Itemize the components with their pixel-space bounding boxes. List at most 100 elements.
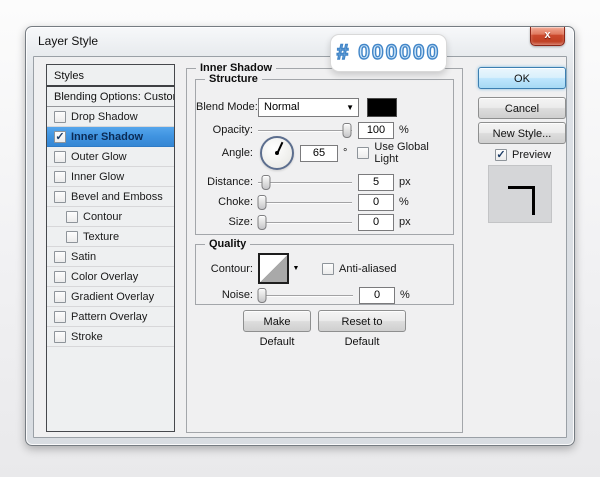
anti-aliased-checkbox[interactable] [322,262,334,275]
distance-input[interactable] [358,173,394,191]
sidebar-item-label: Satin [71,250,97,263]
style-checkbox[interactable] [54,190,66,203]
reset-to-default-button[interactable]: Reset to Default [318,310,406,348]
angle-dial[interactable] [260,136,294,170]
hex-value: # 000000 [336,40,441,64]
sidebar-item-label: Outer Glow [71,150,127,163]
styles-list-items: Drop Shadow Inner Shadow Outer Glow Inner G… [47,107,174,347]
dropdown-arrow-icon: ▼ [346,102,354,112]
contour-picker[interactable] [258,253,289,284]
sidebar-item-satin[interactable]: Satin [47,247,174,267]
style-checkbox[interactable] [54,110,66,123]
style-checkbox[interactable] [54,330,66,343]
noise-unit: % [400,289,410,301]
sidebar-item-pattern-overlay[interactable]: Pattern Overlay [47,307,174,327]
style-checkbox[interactable] [54,150,66,163]
style-preview-thumbnail [488,165,552,223]
close-button[interactable]: x [530,27,565,46]
anti-aliased-label: Anti-aliased [339,262,397,275]
inner-shadow-panel: Inner Shadow Structure Blend Mode: Norma… [186,61,463,433]
sidebar-item-contour[interactable]: Contour [47,207,174,227]
sidebar-item-label: Inner Glow [71,170,125,183]
sidebar-item-bevel-and-emboss[interactable]: Bevel and Emboss [47,187,174,207]
sidebar-item-blending-options[interactable]: Blending Options: Custom [47,87,174,107]
noise-row: Noise: % [196,286,453,304]
styles-list-header: Styles [47,65,174,87]
sidebar-item-stroke[interactable]: Stroke [47,327,174,347]
sidebar-item-label: Bevel and Emboss [71,190,163,203]
sidebar-item-label: Stroke [71,330,103,343]
noise-label: Noise: [221,289,253,301]
choke-slider-thumb[interactable] [257,194,267,210]
ok-button[interactable]: OK [478,67,566,89]
distance-row: Distance: px [196,173,453,191]
noise-slider-thumb[interactable] [257,287,267,303]
style-checkbox[interactable] [66,210,78,223]
shadow-color-swatch[interactable] [367,97,397,117]
sidebar-item-gradient-overlay[interactable]: Gradient Overlay [47,287,174,307]
sidebar-item-label: Drop Shadow [71,110,138,123]
choke-slider[interactable] [257,194,352,210]
blend-mode-value: Normal [264,101,300,113]
style-checkbox[interactable] [54,170,66,183]
sidebar-item-inner-glow[interactable]: Inner Glow [47,167,174,187]
style-checkbox[interactable] [54,290,66,303]
layer-style-dialog: Layer Style x Styles Blending Options: C… [25,26,575,446]
sidebar-item-label: Pattern Overlay [71,310,148,323]
distance-unit: px [399,176,411,188]
choke-unit: % [399,196,409,208]
style-checkbox[interactable] [54,250,66,263]
angle-input[interactable] [300,144,338,162]
window-title: Layer Style [38,34,99,48]
structure-group: Structure Blend Mode: Normal ▼ Opacity: [195,72,454,235]
color-hex-callout: # 000000 [330,34,447,72]
sidebar-item-label: Inner Shadow [71,130,144,143]
make-default-button[interactable]: Make Default [243,310,311,348]
quality-group: Quality Contour: ▼ Anti-aliased Noise: % [195,237,454,305]
contour-dropdown-arrow-icon[interactable]: ▼ [290,262,302,276]
use-global-light-label: Use Global Light [374,141,429,165]
new-style-button[interactable]: New Style... [478,122,566,144]
size-slider[interactable] [257,214,352,230]
angle-label: Angle: [221,147,253,159]
style-checkbox[interactable] [54,130,66,143]
preview-shape [508,186,535,215]
blend-mode-label: Blend Mode: [196,101,258,113]
title-bar[interactable]: Layer Style x [26,27,574,56]
size-label: Size: [228,216,253,228]
sidebar-item-drop-shadow[interactable]: Drop Shadow [47,107,174,127]
sidebar-item-inner-shadow[interactable]: Inner Shadow [47,127,174,147]
noise-slider[interactable] [257,287,353,303]
preview-toggle: Preview [495,149,551,161]
style-checkbox[interactable] [54,310,66,323]
sidebar-item-texture[interactable]: Texture [47,227,174,247]
size-input[interactable] [358,213,394,231]
distance-label: Distance: [207,176,253,188]
dialog-client-area: Styles Blending Options: Custom Drop Sha… [33,56,567,438]
distance-slider-thumb[interactable] [261,174,271,190]
choke-row: Choke: % [196,193,453,211]
blend-mode-select[interactable]: Normal ▼ [258,97,359,117]
choke-input[interactable] [358,193,394,211]
close-icon: x [544,29,551,41]
sidebar-item-color-overlay[interactable]: Color Overlay [47,267,174,287]
use-global-light-checkbox[interactable] [357,147,370,159]
distance-slider[interactable] [258,174,352,190]
opacity-label: Opacity: [212,124,253,136]
size-slider-thumb[interactable] [257,214,267,230]
angle-unit: ° [343,147,348,159]
preview-label: Preview [512,149,552,161]
sidebar-item-outer-glow[interactable]: Outer Glow [47,147,174,167]
structure-title: Structure [205,72,262,86]
opacity-unit: % [399,124,409,136]
angle-row: Angle: ° Use Global Light [196,136,453,170]
style-checkbox[interactable] [54,270,66,283]
size-unit: px [399,216,411,228]
preview-checkbox[interactable] [495,149,507,161]
sidebar-item-label: Contour [83,210,123,223]
size-row: Size: px [196,213,453,231]
noise-input[interactable] [359,286,395,304]
style-checkbox[interactable] [66,230,78,243]
quality-title: Quality [205,237,251,251]
cancel-button[interactable]: Cancel [478,97,566,119]
